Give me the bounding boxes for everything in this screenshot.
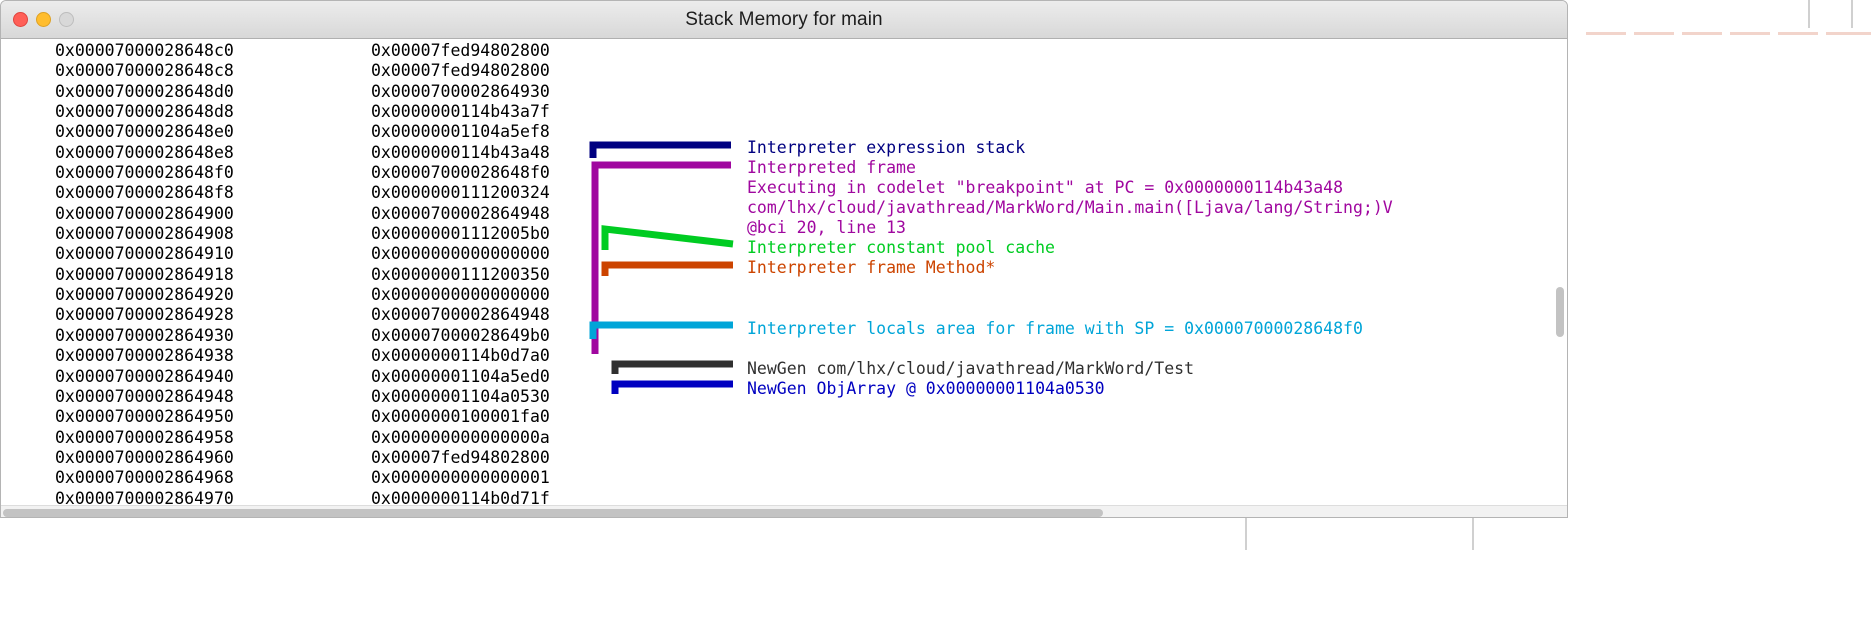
memory-address: 0x0000700002864908 bbox=[55, 224, 234, 244]
memory-row[interactable]: 0x0000700002864900 0x0000700002864948 bbox=[1, 204, 1567, 224]
memory-address: 0x00007000028648c8 bbox=[55, 61, 234, 81]
memory-address: 0x00007000028648e0 bbox=[55, 122, 234, 142]
memory-value: 0x0000000114b0d7a0 bbox=[371, 346, 550, 366]
memory-address: 0x00007000028648d0 bbox=[55, 81, 234, 101]
memory-value: 0x000000000000000a bbox=[371, 427, 550, 447]
memory-address: 0x0000700002864918 bbox=[55, 264, 234, 284]
background-artifact bbox=[1682, 32, 1722, 35]
stack-memory-window: Stack Memory for main 0x00007000028648c0… bbox=[0, 0, 1568, 518]
background-artifact bbox=[1808, 0, 1810, 28]
memory-address: 0x00007000028648d8 bbox=[55, 102, 234, 122]
memory-value: 0x0000000100001fa0 bbox=[371, 407, 550, 427]
memory-value: 0x00007000028649b0 bbox=[371, 325, 550, 345]
memory-address: 0x0000700002864940 bbox=[55, 366, 234, 386]
vertical-scrollbar[interactable] bbox=[1554, 77, 1565, 517]
memory-value: 0x0000000111200350 bbox=[371, 264, 550, 284]
window-titlebar[interactable]: Stack Memory for main bbox=[1, 1, 1567, 39]
memory-address: 0x0000700002864968 bbox=[55, 468, 234, 488]
background-artifact bbox=[1826, 32, 1871, 35]
memory-value: 0x0000700002864948 bbox=[371, 203, 550, 223]
memory-row[interactable]: 0x0000700002864940 0x00000001104a5ed0 bbox=[1, 367, 1567, 387]
memory-address: 0x0000700002864910 bbox=[55, 244, 234, 264]
memory-row[interactable]: 0x0000700002864930 0x00007000028649b0 bbox=[1, 326, 1567, 346]
background-artifact bbox=[1851, 0, 1853, 28]
memory-value: 0x00007fed94802800 bbox=[371, 447, 550, 467]
memory-value: 0x0000000114b43a48 bbox=[371, 142, 550, 162]
memory-value: 0x00007fed94802800 bbox=[371, 41, 550, 60]
memory-address: 0x0000700002864900 bbox=[55, 203, 234, 223]
memory-value: 0x00007000028648f0 bbox=[371, 163, 550, 183]
memory-row[interactable]: 0x00007000028648e0 0x00000001104a5ef8 bbox=[1, 122, 1567, 142]
memory-value: 0x0000000000000001 bbox=[371, 468, 550, 488]
memory-address: 0x0000700002864960 bbox=[55, 447, 234, 467]
memory-row[interactable]: 0x00007000028648c0 0x00007fed94802800 bbox=[1, 41, 1567, 61]
memory-row[interactable]: 0x0000700002864958 0x000000000000000a bbox=[1, 428, 1567, 448]
memory-value: 0x0000000000000000 bbox=[371, 244, 550, 264]
screenshot-root: Stack Memory for main 0x00007000028648c0… bbox=[0, 0, 1876, 620]
horizontal-scrollbar[interactable] bbox=[1, 505, 1567, 517]
memory-row[interactable]: 0x0000700002864908 0x00000001112005b0 bbox=[1, 224, 1567, 244]
traffic-light-group bbox=[13, 12, 74, 27]
desktop-background-bottom bbox=[0, 468, 1876, 620]
memory-value: 0x00000001104a0530 bbox=[371, 386, 550, 406]
background-artifact bbox=[1586, 32, 1626, 35]
memory-address: 0x00007000028648f8 bbox=[55, 183, 234, 203]
memory-row[interactable]: 0x0000700002864928 0x0000700002864948 bbox=[1, 305, 1567, 325]
memory-value: 0x0000000000000000 bbox=[371, 285, 550, 305]
memory-row[interactable]: 0x0000700002864960 0x00007fed94802800 bbox=[1, 448, 1567, 468]
minimize-button-icon[interactable] bbox=[36, 12, 51, 27]
horizontal-scrollbar-thumb[interactable] bbox=[3, 509, 1103, 517]
memory-row[interactable]: 0x00007000028648f0 0x00007000028648f0 bbox=[1, 163, 1567, 183]
memory-value: 0x0000000111200324 bbox=[371, 183, 550, 203]
background-artifact bbox=[1778, 32, 1818, 35]
close-button-icon[interactable] bbox=[13, 12, 28, 27]
memory-row[interactable]: 0x0000700002864938 0x0000000114b0d7a0 bbox=[1, 346, 1567, 366]
vertical-scrollbar-thumb[interactable] bbox=[1556, 287, 1564, 337]
memory-value: 0x00000001104a5ef8 bbox=[371, 122, 550, 142]
zoom-button-icon[interactable] bbox=[59, 12, 74, 27]
memory-address: 0x0000700002864928 bbox=[55, 305, 234, 325]
memory-row[interactable]: 0x0000700002864948 0x00000001104a0530 bbox=[1, 387, 1567, 407]
memory-content-area[interactable]: 0x00007000028648c0 0x00007fed94802800 0x00… bbox=[1, 39, 1567, 517]
memory-address: 0x0000700002864948 bbox=[55, 386, 234, 406]
memory-row[interactable]: 0x00007000028648c8 0x00007fed94802800 bbox=[1, 61, 1567, 81]
memory-address: 0x0000700002864930 bbox=[55, 325, 234, 345]
memory-row[interactable]: 0x00007000028648d0 0x0000700002864930 bbox=[1, 82, 1567, 102]
memory-address: 0x0000700002864958 bbox=[55, 427, 234, 447]
memory-row-list: 0x00007000028648c0 0x00007fed94802800 0x00… bbox=[1, 41, 1567, 509]
memory-row[interactable]: 0x0000700002864918 0x0000000111200350 bbox=[1, 265, 1567, 285]
memory-value: 0x0000000114b43a7f bbox=[371, 102, 550, 122]
memory-row[interactable]: 0x0000700002864920 0x0000000000000000 bbox=[1, 285, 1567, 305]
memory-row[interactable]: 0x00007000028648d8 0x0000000114b43a7f bbox=[1, 102, 1567, 122]
window-title: Stack Memory for main bbox=[685, 8, 883, 30]
memory-row[interactable]: 0x00007000028648f8 0x0000000111200324 bbox=[1, 183, 1567, 203]
memory-value: 0x00007fed94802800 bbox=[371, 61, 550, 81]
memory-address: 0x00007000028648f0 bbox=[55, 163, 234, 183]
background-artifact bbox=[1730, 32, 1770, 35]
memory-row[interactable]: 0x0000700002864968 0x0000000000000001 bbox=[1, 468, 1567, 488]
background-artifact bbox=[1634, 32, 1674, 35]
memory-row[interactable]: 0x0000700002864910 0x0000000000000000 bbox=[1, 244, 1567, 264]
memory-row[interactable]: 0x00007000028648e8 0x0000000114b43a48 bbox=[1, 143, 1567, 163]
memory-value: 0x00000001112005b0 bbox=[371, 224, 550, 244]
memory-value: 0x00000001104a5ed0 bbox=[371, 366, 550, 386]
memory-value: 0x0000700002864948 bbox=[371, 305, 550, 325]
memory-address: 0x00007000028648e8 bbox=[55, 142, 234, 162]
memory-address: 0x0000700002864938 bbox=[55, 346, 234, 366]
memory-address: 0x00007000028648c0 bbox=[55, 41, 234, 60]
memory-address: 0x0000700002864920 bbox=[55, 285, 234, 305]
memory-row[interactable]: 0x0000700002864950 0x0000000100001fa0 bbox=[1, 407, 1567, 427]
memory-address: 0x0000700002864950 bbox=[55, 407, 234, 427]
memory-value: 0x0000700002864930 bbox=[371, 81, 550, 101]
